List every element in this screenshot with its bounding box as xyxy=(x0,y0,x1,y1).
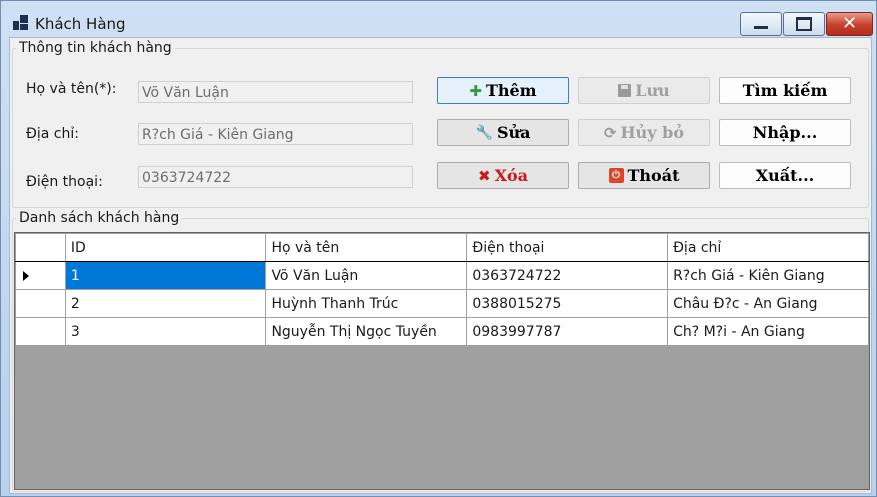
address-label: Địa chỉ: xyxy=(26,126,79,142)
delete-button[interactable]: ✖ Xóa xyxy=(437,162,569,189)
import-button[interactable]: Nhập... xyxy=(719,119,851,146)
column-header-phone[interactable]: Điện thoại xyxy=(466,233,669,262)
exit-button[interactable]: ⏻ Thoát xyxy=(578,162,710,189)
table-cell-address[interactable]: Châu Đ?c - An Giang xyxy=(667,289,869,318)
table-cell-id[interactable]: 1 xyxy=(64,261,267,290)
edit-button[interactable]: 🔧 Sửa xyxy=(437,119,569,146)
table-cell-phone[interactable]: 0388015275 xyxy=(466,289,669,318)
maximize-button[interactable] xyxy=(783,12,825,36)
close-icon: ✕ xyxy=(841,13,858,34)
column-header-name[interactable]: Họ và tên xyxy=(265,233,468,262)
delete-button-label: Xóa xyxy=(494,166,529,185)
search-button[interactable]: Tìm kiếm xyxy=(719,77,851,104)
row-header-corner xyxy=(15,233,66,262)
maximize-icon xyxy=(796,17,812,31)
table-header-row: ID Họ và tên Điện thoại Địa chỉ xyxy=(15,233,869,262)
minimize-button[interactable] xyxy=(740,12,782,36)
import-button-label: Nhập... xyxy=(752,123,818,142)
name-field[interactable]: Võ Văn Luận xyxy=(138,81,413,103)
customer-list-group-title: Danh sách khách hàng xyxy=(16,210,183,226)
exit-button-label: Thoát xyxy=(627,166,680,185)
close-button[interactable]: ✕ xyxy=(826,12,873,36)
table-cell-id[interactable]: 2 xyxy=(64,289,267,318)
add-button-label: Thêm xyxy=(485,81,537,100)
table-cell-name[interactable]: Nguyễn Thị Ngọc Tuyền xyxy=(265,317,468,346)
column-header-id[interactable]: ID xyxy=(64,233,267,262)
export-button[interactable]: Xuất... xyxy=(719,162,851,189)
power-icon: ⏻ xyxy=(608,168,624,183)
x-icon: ✖ xyxy=(477,166,491,185)
name-label: Họ và tên(*): xyxy=(26,81,117,97)
floppy-disk-icon xyxy=(618,84,632,97)
form-client-area: Thông tin khách hàng Họ và tên(*): Võ Vă… xyxy=(9,37,872,494)
table-cell-address[interactable]: R?ch Giá - Kiên Giang xyxy=(667,261,869,290)
table-row[interactable]: 2 Huỳnh Thanh Trúc 0388015275 Châu Đ?c -… xyxy=(15,289,869,318)
save-button[interactable]: Lưu xyxy=(578,77,710,104)
table-cell-address[interactable]: Ch? M?i - An Giang xyxy=(667,317,869,346)
table-cell-name[interactable]: Võ Văn Luận xyxy=(265,261,468,290)
phone-label: Điện thoại: xyxy=(26,174,103,190)
row-header[interactable] xyxy=(15,261,66,290)
table-row[interactable]: 1 Võ Văn Luận 0363724722 R?ch Giá - Kiên… xyxy=(15,261,869,290)
edit-button-label: Sửa xyxy=(496,123,531,142)
customer-info-group-title: Thông tin khách hàng xyxy=(16,40,175,56)
export-button-label: Xuất... xyxy=(755,166,815,185)
column-header-address[interactable]: Địa chỉ xyxy=(667,233,869,262)
current-row-arrow-icon xyxy=(23,270,29,281)
save-button-label: Lưu xyxy=(635,81,670,100)
app-icon xyxy=(13,15,29,31)
wrench-icon: 🔧 xyxy=(475,124,493,141)
cancel-button[interactable]: ⟳ Hủy bỏ xyxy=(578,119,710,146)
row-header[interactable] xyxy=(15,317,66,346)
title-bar[interactable]: Khách Hàng ✕ xyxy=(1,1,876,36)
table-cell-name[interactable]: Huỳnh Thanh Trúc xyxy=(265,289,468,318)
cancel-button-label: Hủy bỏ xyxy=(620,123,685,142)
refresh-icon: ⟳ xyxy=(603,123,617,142)
address-field[interactable]: R?ch Giá - Kiên Giang xyxy=(138,123,413,145)
plus-icon: ✚ xyxy=(469,81,482,100)
add-button[interactable]: ✚ Thêm xyxy=(437,77,569,104)
main-window: Khách Hàng ✕ Thông tin khách hàng Họ và … xyxy=(0,0,877,497)
phone-field[interactable]: 0363724722 xyxy=(138,166,413,188)
table-cell-id[interactable]: 3 xyxy=(64,317,267,346)
minimize-icon xyxy=(754,25,768,29)
table-cell-phone[interactable]: 0983997787 xyxy=(466,317,669,346)
customer-grid[interactable]: ID Họ và tên Điện thoại Địa chỉ 1 Võ Văn… xyxy=(14,232,870,490)
search-button-label: Tìm kiếm xyxy=(742,81,828,100)
row-header[interactable] xyxy=(15,289,66,318)
table-row[interactable]: 3 Nguyễn Thị Ngọc Tuyền 0983997787 Ch? M… xyxy=(15,317,869,346)
table-cell-phone[interactable]: 0363724722 xyxy=(466,261,669,290)
window-title: Khách Hàng xyxy=(35,15,126,33)
customer-table: ID Họ và tên Điện thoại Địa chỉ 1 Võ Văn… xyxy=(15,233,869,346)
